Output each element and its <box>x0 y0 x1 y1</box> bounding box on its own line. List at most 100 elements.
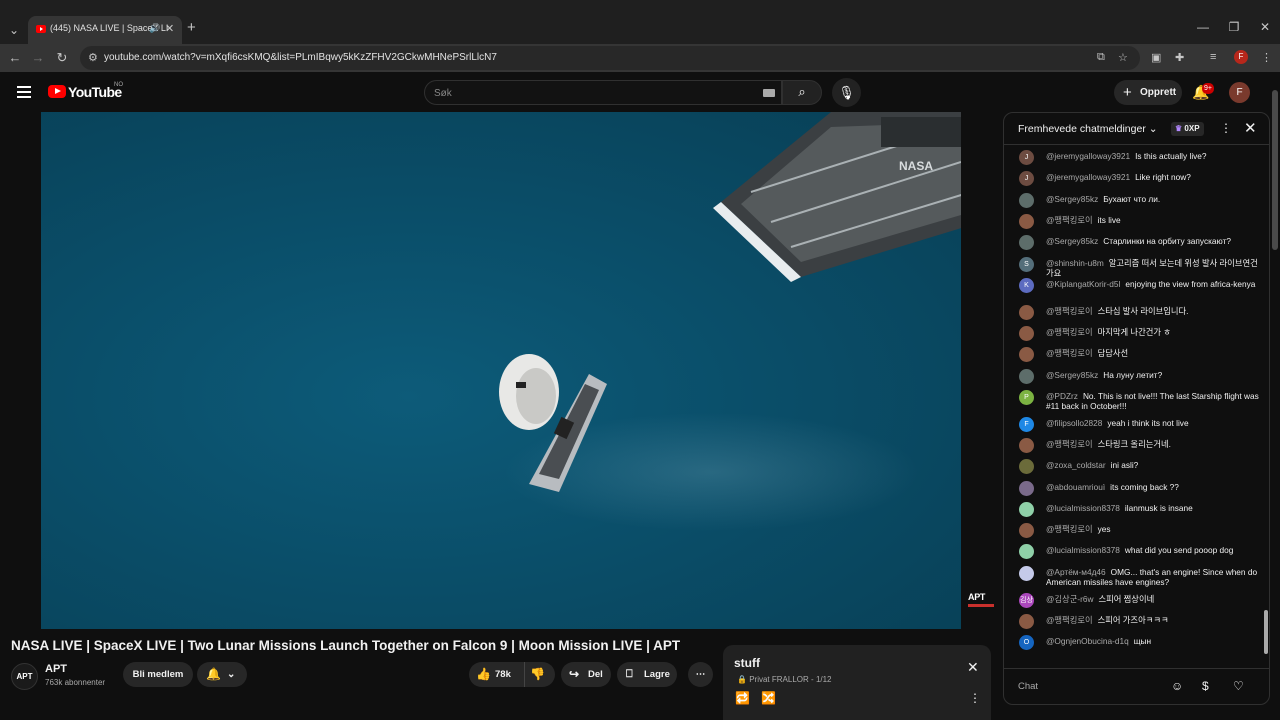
youtube-logo-icon[interactable] <box>48 85 66 98</box>
chat-author-avatar[interactable]: P <box>1019 389 1034 405</box>
chat-author-name[interactable]: @KiplangatKorir-d5l <box>1046 279 1120 289</box>
channel-avatar[interactable]: APT <box>11 663 38 690</box>
loop-icon[interactable]: 🔁 <box>735 691 750 705</box>
tab-close-icon[interactable]: ✕ <box>165 22 174 35</box>
browser-menu-icon[interactable]: ⋮ <box>1261 51 1272 64</box>
chat-author-name[interactable]: @abdouamriouì <box>1046 482 1105 492</box>
dislike-icon[interactable]: 👎 <box>530 662 545 687</box>
chat-author-avatar[interactable]: J <box>1019 150 1034 165</box>
minimize-icon[interactable]: — <box>1193 20 1213 34</box>
chat-author-avatar[interactable] <box>1019 480 1034 496</box>
chat-author-name[interactable]: @팽팩킹로이 <box>1046 439 1093 449</box>
like-count[interactable]: 78k <box>495 662 511 687</box>
chat-xp-badge[interactable]: ♛ 0XP <box>1171 122 1204 136</box>
playlist-close-icon[interactable]: ✕ <box>967 659 979 676</box>
chat-author-name[interactable]: @filipsollo2828 <box>1046 418 1102 428</box>
chat-author-name[interactable]: @팽팩킹로이 <box>1046 215 1093 225</box>
chat-author-avatar[interactable]: 김상 <box>1019 592 1034 608</box>
chat-author-name[interactable]: @lucialmission8378 <box>1046 503 1120 513</box>
subscribed-notifications-button[interactable]: 🔔 ⌄ <box>197 662 247 687</box>
chat-author-name[interactable]: @팽팩킹로이 <box>1046 615 1093 625</box>
chat-author-name[interactable]: @팽팩킹로이 <box>1046 306 1093 316</box>
super-chat-icon[interactable]: $ <box>1202 679 1209 693</box>
chat-author-avatar[interactable] <box>1019 235 1034 251</box>
reload-icon[interactable]: ↻ <box>54 50 70 66</box>
chat-more-icon[interactable]: ⋮ <box>1220 121 1232 135</box>
url-text[interactable]: youtube.com/watch?v=mXqfi6csKMQ&list=PLm… <box>104 52 497 63</box>
chat-author-name[interactable]: @OgnjenObucina-d1q <box>1046 636 1129 646</box>
playlist-owner[interactable]: FRALLOR <box>772 675 809 684</box>
search-box[interactable] <box>424 80 782 105</box>
new-tab-button[interactable]: + <box>187 19 196 36</box>
extensions-puzzle-icon[interactable]: ✚ <box>1175 51 1184 64</box>
chat-author-avatar[interactable] <box>1019 213 1034 229</box>
keyboard-icon[interactable] <box>763 89 775 97</box>
forward-arrow-icon[interactable]: → <box>30 50 46 65</box>
chat-author-name[interactable]: @shinshin-u8m <box>1046 258 1104 268</box>
chat-author-avatar[interactable] <box>1019 544 1034 560</box>
search-button[interactable]: ⌕ <box>782 80 822 105</box>
channel-name[interactable]: APT <box>45 663 67 675</box>
chat-author-avatar[interactable] <box>1019 304 1034 320</box>
page-scrollbar[interactable] <box>1272 90 1278 250</box>
playlist-title[interactable]: stuff <box>734 656 760 670</box>
chat-author-avatar[interactable]: J <box>1019 171 1034 187</box>
chat-author-avatar[interactable] <box>1019 459 1034 475</box>
chat-scroll-track[interactable] <box>1263 147 1269 667</box>
chat-author-avatar[interactable] <box>1019 347 1034 363</box>
chat-author-name[interactable]: @팽팩킹로이 <box>1046 348 1093 358</box>
chat-author-name[interactable]: @jeremygalloway3921 <box>1046 172 1130 182</box>
chat-author-name[interactable]: @Sergey85kz <box>1046 370 1098 380</box>
video-player[interactable]: NASA <box>41 112 961 629</box>
playlist-more-icon[interactable]: ⋮ <box>969 691 981 705</box>
window-close-icon[interactable]: ✕ <box>1255 20 1275 34</box>
chat-author-name[interactable]: @jeremygalloway3921 <box>1046 151 1130 161</box>
chat-author-avatar[interactable] <box>1019 437 1034 453</box>
hamburger-menu-icon[interactable] <box>17 86 31 98</box>
chat-author-name[interactable]: @김상군-r6w <box>1046 594 1093 604</box>
like-icon[interactable]: 👍 <box>476 662 491 687</box>
chat-author-avatar[interactable]: K <box>1019 277 1034 293</box>
back-arrow-icon[interactable]: ← <box>7 50 23 65</box>
extensions-shield-icon[interactable]: ▣ <box>1151 51 1161 64</box>
chat-author-avatar[interactable] <box>1019 368 1034 384</box>
site-info-icon[interactable]: ⚙ <box>88 51 98 64</box>
bookmark-star-icon[interactable]: ☆ <box>1118 51 1128 64</box>
chat-author-avatar[interactable]: O <box>1019 635 1034 651</box>
chat-author-avatar[interactable] <box>1019 501 1034 517</box>
chat-input[interactable] <box>1018 677 1168 695</box>
tab-audio-icon[interactable]: 🔊 <box>149 23 160 34</box>
browser-profile-avatar[interactable]: F <box>1234 50 1248 64</box>
chat-author-avatar[interactable]: S <box>1019 256 1034 272</box>
chat-author-name[interactable]: @Sergey85kz <box>1046 194 1098 204</box>
chat-author-avatar[interactable]: F <box>1019 416 1034 432</box>
chat-author-name[interactable]: @팽팩킹로이 <box>1046 327 1093 337</box>
media-controls-icon[interactable]: ≡ <box>1210 51 1216 63</box>
install-app-icon[interactable]: ⧉ <box>1097 51 1105 64</box>
emoji-icon[interactable]: ☺ <box>1171 679 1183 693</box>
chat-author-avatar[interactable] <box>1019 325 1034 341</box>
chat-scrollbar-thumb[interactable] <box>1264 610 1268 654</box>
heart-icon[interactable]: ♡ <box>1233 679 1244 693</box>
chat-author-name[interactable]: @PDZrz <box>1046 391 1078 401</box>
chat-author-name[interactable]: @zoxa_coldstar <box>1046 460 1106 470</box>
chat-author-name[interactable]: @Sergey85kz <box>1046 236 1098 246</box>
join-button[interactable]: Bli medlem <box>123 662 193 687</box>
chat-author-name[interactable]: @Артём-м4д46 <box>1046 567 1106 577</box>
tab-search-chevron-icon[interactable]: ⌄ <box>4 20 24 40</box>
search-input[interactable] <box>434 85 734 101</box>
shuffle-icon[interactable]: 🔀 <box>761 691 776 705</box>
user-avatar[interactable]: F <box>1229 82 1250 103</box>
more-actions-button[interactable]: ⋯ <box>688 662 713 687</box>
chat-mode-selector[interactable]: Fremhevede chatmeldinger ⌄ <box>1018 123 1158 135</box>
share-button[interactable]: ↪ Del <box>561 662 611 687</box>
chat-author-avatar[interactable] <box>1019 523 1034 539</box>
chat-author-name[interactable]: @팽팩킹로이 <box>1046 524 1093 534</box>
chat-author-avatar[interactable] <box>1019 613 1034 629</box>
save-button[interactable]: ⎕ Lagre <box>617 662 677 687</box>
browser-tab[interactable]: (445) NASA LIVE | SpaceX LI 🔊 ✕ <box>28 16 182 44</box>
chat-author-avatar[interactable] <box>1019 192 1034 208</box>
chat-author-avatar[interactable] <box>1019 565 1034 581</box>
create-button[interactable]: + Opprett <box>1114 80 1182 105</box>
restore-icon[interactable]: ❐ <box>1224 20 1244 34</box>
